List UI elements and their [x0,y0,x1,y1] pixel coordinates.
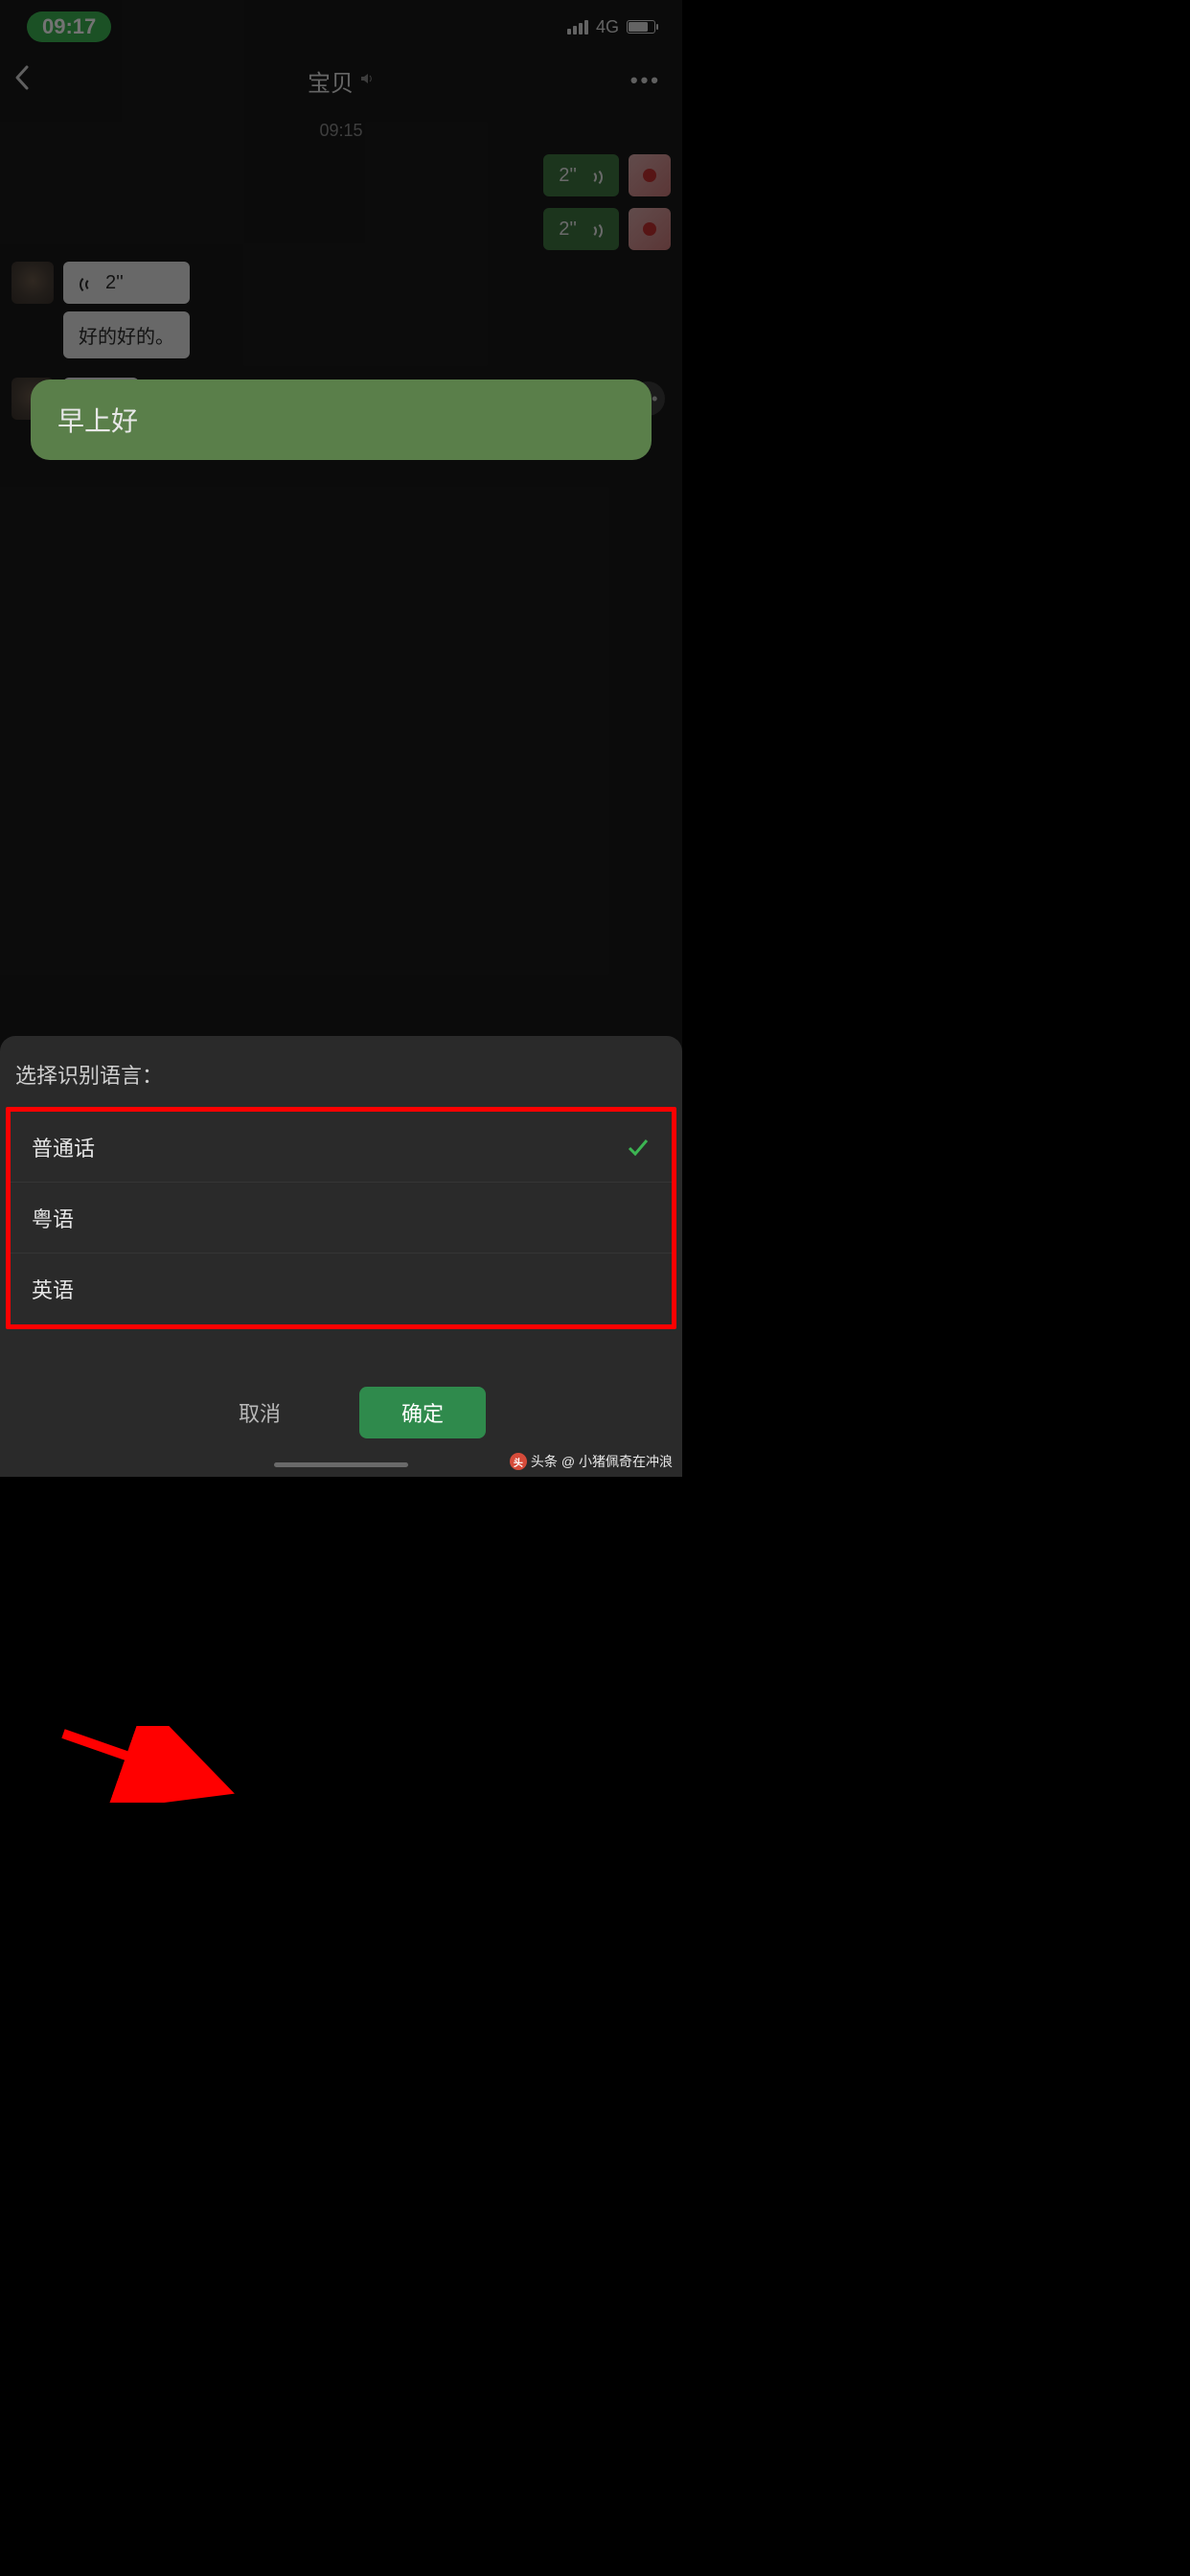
battery-icon [627,20,655,34]
chat-title-text: 宝贝 [308,64,354,98]
language-label: 粤语 [32,1203,74,1233]
language-option-cantonese[interactable]: 粤语 [11,1183,672,1254]
sheet-title: 选择识别语言： [0,1036,682,1107]
check-icon [626,1135,651,1160]
status-bar: 09:17 4G [0,0,682,54]
language-label: 普通话 [32,1132,95,1162]
avatar[interactable] [11,262,54,304]
speaker-icon [359,71,375,91]
status-right: 4G [567,17,655,37]
sheet-buttons: 取消 确定 [0,1387,682,1438]
avatar[interactable] [629,208,671,250]
annotation-arrow [56,1726,238,1803]
signal-icon [567,19,588,34]
more-button[interactable]: ••• [630,68,661,93]
voice-wave-icon [586,220,604,238]
message-row: 2'' [11,154,671,196]
language-label: 英语 [32,1274,74,1304]
text-message[interactable]: 好的好的。 [63,311,190,358]
cancel-button[interactable]: 取消 [196,1387,323,1438]
home-indicator[interactable] [274,1462,408,1467]
voice-wave-icon [586,167,604,184]
voice-duration: 2'' [105,272,124,294]
voice-duration: 2'' [559,165,577,187]
transcription-text: 早上好 [57,406,138,436]
language-option-english[interactable]: 英语 [11,1254,672,1324]
chat-title: 宝贝 [308,64,375,98]
annotation-highlight: 普通话 粤语 英语 [6,1107,676,1329]
voice-message[interactable]: 2'' [63,262,190,304]
network-label: 4G [596,17,619,37]
watermark: 头 头条 @ 小猪佩奇在冲浪 [510,1452,673,1471]
voice-duration: 2'' [559,218,577,241]
language-option-mandarin[interactable]: 普通话 [11,1112,672,1183]
transcription-preview: 早上好 [31,380,652,460]
language-sheet: 选择识别语言： 普通话 粤语 英语 取消 确定 [0,1036,682,1477]
status-time: 09:17 [27,12,111,42]
message-row: 2'' 好的好的。 [11,262,671,366]
watermark-logo-icon: 头 [510,1453,527,1470]
confirm-button[interactable]: 确定 [359,1387,486,1438]
avatar[interactable] [629,154,671,196]
watermark-author: @ 小猪佩奇在冲浪 [561,1452,673,1471]
voice-wave-icon [79,274,96,291]
chat-timestamp: 09:15 [11,121,671,141]
voice-message[interactable]: 2'' [543,154,619,196]
message-row: 2'' [11,208,671,250]
watermark-brand: 头条 [531,1452,558,1471]
voice-message[interactable]: 2'' [543,208,619,250]
nav-bar: 宝贝 ••• [0,54,682,107]
back-button[interactable] [13,64,31,98]
